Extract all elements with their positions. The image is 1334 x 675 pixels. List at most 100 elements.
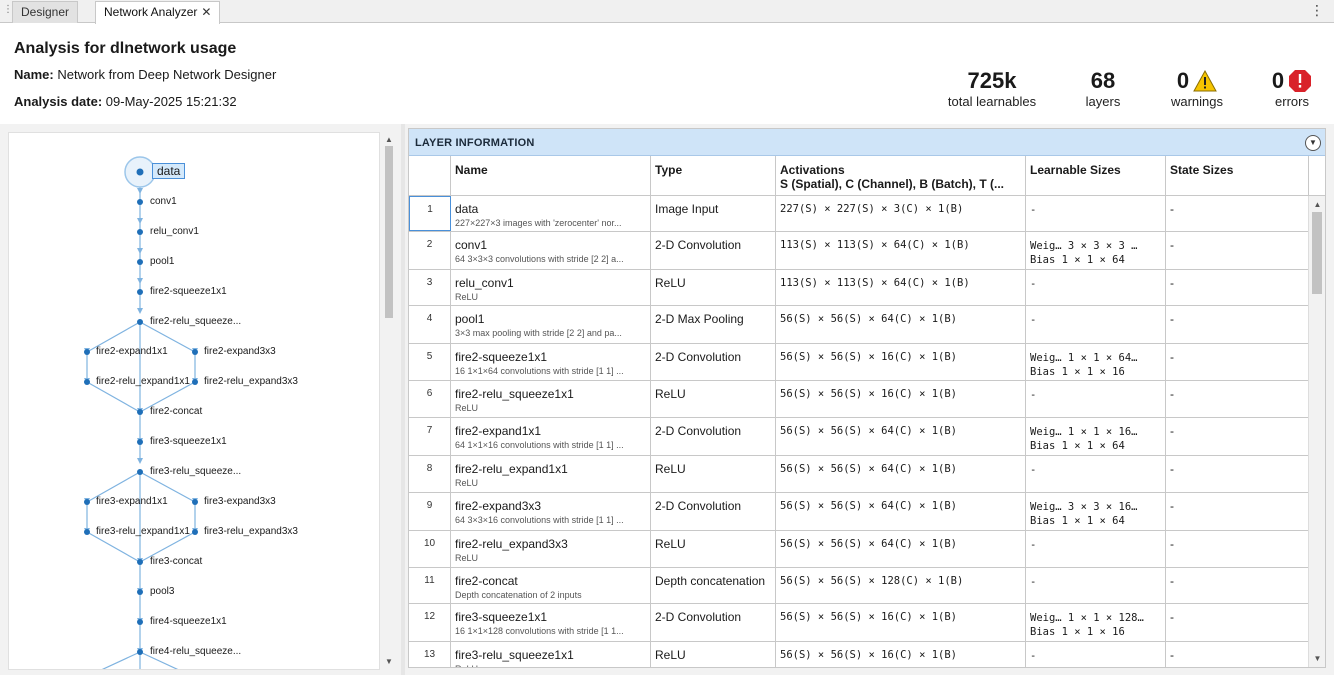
layer-activations: 56(S) × 56(S) × 16(C) × 1(B) (776, 604, 1026, 641)
graph-scroll-thumb[interactable] (385, 146, 393, 318)
warnings-label: warnings (1170, 94, 1224, 109)
layer-learnables: - (1026, 642, 1166, 667)
table-row[interactable]: 10 fire2-relu_expand3x3 ReLU ReLU 56(S) × 56… (409, 531, 1309, 568)
table-row[interactable]: 3 relu_conv1 ReLU ReLU 113(S) × 113(S) × 64(… (409, 270, 1309, 306)
warnings-value: 0 (1176, 68, 1190, 93)
collapse-chevron-icon[interactable]: ▼ (1305, 135, 1321, 151)
learnable-bias: Bias 1 × 1 × 16 (1030, 626, 1125, 638)
tab-designer[interactable]: Designer (12, 1, 79, 23)
layer-state: - (1166, 344, 1309, 380)
layers-value: 68 (1090, 68, 1116, 93)
scroll-up-icon[interactable]: ▲ (1309, 201, 1325, 209)
layer-state: - (1166, 493, 1309, 530)
table-row[interactable]: 5 fire2-squeeze1x1 16 1×1×64 convolutions … (409, 344, 1309, 381)
row-index: 1 (409, 196, 451, 231)
pane-splitter[interactable] (401, 124, 405, 675)
table-row[interactable]: 9 fire2-expand3x3 64 3×3×16 convolutions w… (409, 493, 1309, 531)
graph-node-fire3-relu-expand1x1[interactable]: fire3-relu_expand1x1 (96, 526, 190, 538)
layer-learnables: - (1026, 568, 1166, 603)
row-index: 3 (409, 270, 451, 305)
layer-description: Depth concatenation of 2 inputs (455, 590, 582, 600)
table-row[interactable]: 4 pool1 3×3 max pooling with stride [2 2] … (409, 306, 1309, 344)
graph-node-fire2-expand1x1[interactable]: fire2-expand1x1 (96, 346, 168, 358)
column-header-spacer (1309, 156, 1325, 196)
layer-information-header: LAYER INFORMATION ▼ (409, 129, 1325, 156)
graph-node-fire3-squeeze1x1[interactable]: fire3-squeeze1x1 (150, 436, 227, 448)
column-header-state[interactable]: State Sizes (1166, 156, 1309, 196)
layer-name: fire3-squeeze1x1 (455, 610, 548, 624)
graph-node-conv1[interactable]: conv1 (150, 196, 177, 208)
graph-node-fire2-relu-expand1x1[interactable]: fire2-relu_expand1x1 (96, 376, 190, 388)
graph-node-fire4-relu-squeeze[interactable]: fire4-relu_squeeze... (150, 646, 241, 658)
layer-description: ReLU (455, 292, 479, 302)
layer-learnables: Weig… 1 × 1 × 64… Bias 1 × 1 × 16 (1026, 344, 1166, 380)
table-row[interactable]: 2 conv1 64 3×3×3 convolutions with stride … (409, 232, 1309, 270)
graph-node-fire3-expand1x1[interactable]: fire3-expand1x1 (96, 496, 168, 508)
stat-warnings[interactable]: 0 warnings (1166, 68, 1228, 110)
analysis-date-row: Analysis date: 09-May-2025 15:21:32 (14, 94, 237, 109)
learnable-bias: Bias 1 × 1 × 64 (1030, 440, 1125, 452)
close-icon[interactable]: ✕ (201, 5, 211, 19)
table-row[interactable]: 8 fire2-relu_expand1x1 ReLU ReLU 56(S) × 56(… (409, 456, 1309, 493)
column-header-type[interactable]: Type (651, 156, 776, 196)
activations-header-sub: S (Spatial), C (Channel), B (Batch), T (… (780, 177, 1005, 191)
row-index: 5 (409, 344, 451, 380)
graph-node-fire3-concat[interactable]: fire3-concat (150, 556, 202, 568)
table-row[interactable]: 6 fire2-relu_squeeze1x1 ReLU ReLU 56(S) × 56… (409, 381, 1309, 418)
graph-scrollbar[interactable]: ▲ ▼ (382, 132, 396, 670)
layer-name-cell: fire2-relu_expand1x1 ReLU (451, 456, 651, 492)
layer-state: - (1166, 232, 1309, 269)
more-options-icon[interactable]: ⋮ (1310, 2, 1324, 18)
analysis-date-label: Analysis date: (14, 94, 103, 109)
scroll-down-icon[interactable]: ▼ (1309, 655, 1325, 663)
table-scroll-thumb[interactable] (1312, 212, 1322, 294)
scroll-up-icon[interactable]: ▲ (382, 136, 396, 144)
graph-node-fire2-expand3x3[interactable]: fire2-expand3x3 (204, 346, 276, 358)
table-row[interactable]: 13fire3-relu_squeeze1x1ReLUReLU56(S) × 5… (409, 642, 1309, 667)
layer-description: 64 1×1×16 convolutions with stride [1 1]… (455, 440, 624, 450)
layer-name: fire2-squeeze1x1 (455, 350, 548, 364)
table-row[interactable]: 12 fire3-squeeze1x1 16 1×1×128 convolution… (409, 604, 1309, 642)
table-row[interactable]: 7 fire2-expand1x1 64 1×1×16 convolutions w… (409, 418, 1309, 456)
graph-node-relu-conv1[interactable]: relu_conv1 (150, 226, 199, 238)
graph-node-fire2-relu-expand3x3[interactable]: fire2-relu_expand3x3 (204, 376, 298, 388)
graph-node-pool1[interactable]: pool1 (150, 256, 174, 268)
scroll-down-icon[interactable]: ▼ (382, 658, 396, 666)
layer-activations: 56(S) × 56(S) × 16(C) × 1(B) (776, 381, 1026, 417)
layer-description: ReLU (455, 663, 646, 667)
graph-node-fire4-squeeze1x1[interactable]: fire4-squeeze1x1 (150, 616, 227, 628)
table-row[interactable]: 11 fire2-concat Depth concatenation of 2 i… (409, 568, 1309, 604)
column-header-activations[interactable]: Activations S (Spatial), C (Channel), B … (776, 156, 1026, 196)
graph-node-data[interactable]: data (152, 163, 186, 179)
graph-node-fire2-relu-squeeze[interactable]: fire2-relu_squeeze... (150, 316, 241, 328)
layer-name: fire2-expand3x3 (455, 499, 542, 513)
graph-node-fire3-relu-expand3x3[interactable]: fire3-relu_expand3x3 (204, 526, 298, 538)
tab-network-analyzer[interactable]: Network Analyzer ✕ (95, 1, 221, 24)
learnable-weights: Weig… 1 × 1 × 128… (1030, 612, 1144, 624)
graph-node-fire3-expand3x3[interactable]: fire3-expand3x3 (204, 496, 276, 508)
warning-icon (1193, 70, 1217, 92)
layers-label: layers (1085, 94, 1121, 109)
graph-node-fire3-relu-squeeze[interactable]: fire3-relu_squeeze... (150, 466, 241, 478)
layer-type: 2-D Convolution (651, 604, 776, 641)
table-scrollbar[interactable]: ▲ ▼ (1308, 196, 1325, 667)
layer-state: - (1166, 456, 1309, 492)
stat-errors[interactable]: 0 errors (1264, 68, 1320, 110)
layer-learnables: - (1026, 196, 1166, 231)
layer-type: ReLU (651, 381, 776, 417)
table-row[interactable]: 1 data 227×227×3 images with 'zerocenter' … (409, 196, 1309, 232)
graph-node-pool3[interactable]: pool3 (150, 586, 174, 598)
network-name-label: Name: (14, 67, 54, 82)
row-index: 12 (409, 604, 451, 641)
analysis-header: Analysis for dlnetwork usage Name: Netwo… (0, 24, 1334, 124)
learnable-weights: - (1030, 204, 1037, 216)
graph-node-fire2-concat[interactable]: fire2-concat (150, 406, 202, 418)
column-header-learnable[interactable]: Learnable Sizes (1026, 156, 1166, 196)
column-header-index[interactable] (409, 156, 451, 196)
network-graph-canvas[interactable] (9, 133, 380, 670)
column-header-name[interactable]: Name (451, 156, 651, 196)
learnable-bias: Bias 1 × 1 × 64 (1030, 515, 1125, 527)
graph-node-fire2-squeeze1x1[interactable]: fire2-squeeze1x1 (150, 286, 227, 298)
network-graph[interactable]: data conv1 relu_conv1 pool1 fire2-squeez… (8, 132, 380, 670)
stat-layers: 68 layers (1074, 68, 1132, 110)
